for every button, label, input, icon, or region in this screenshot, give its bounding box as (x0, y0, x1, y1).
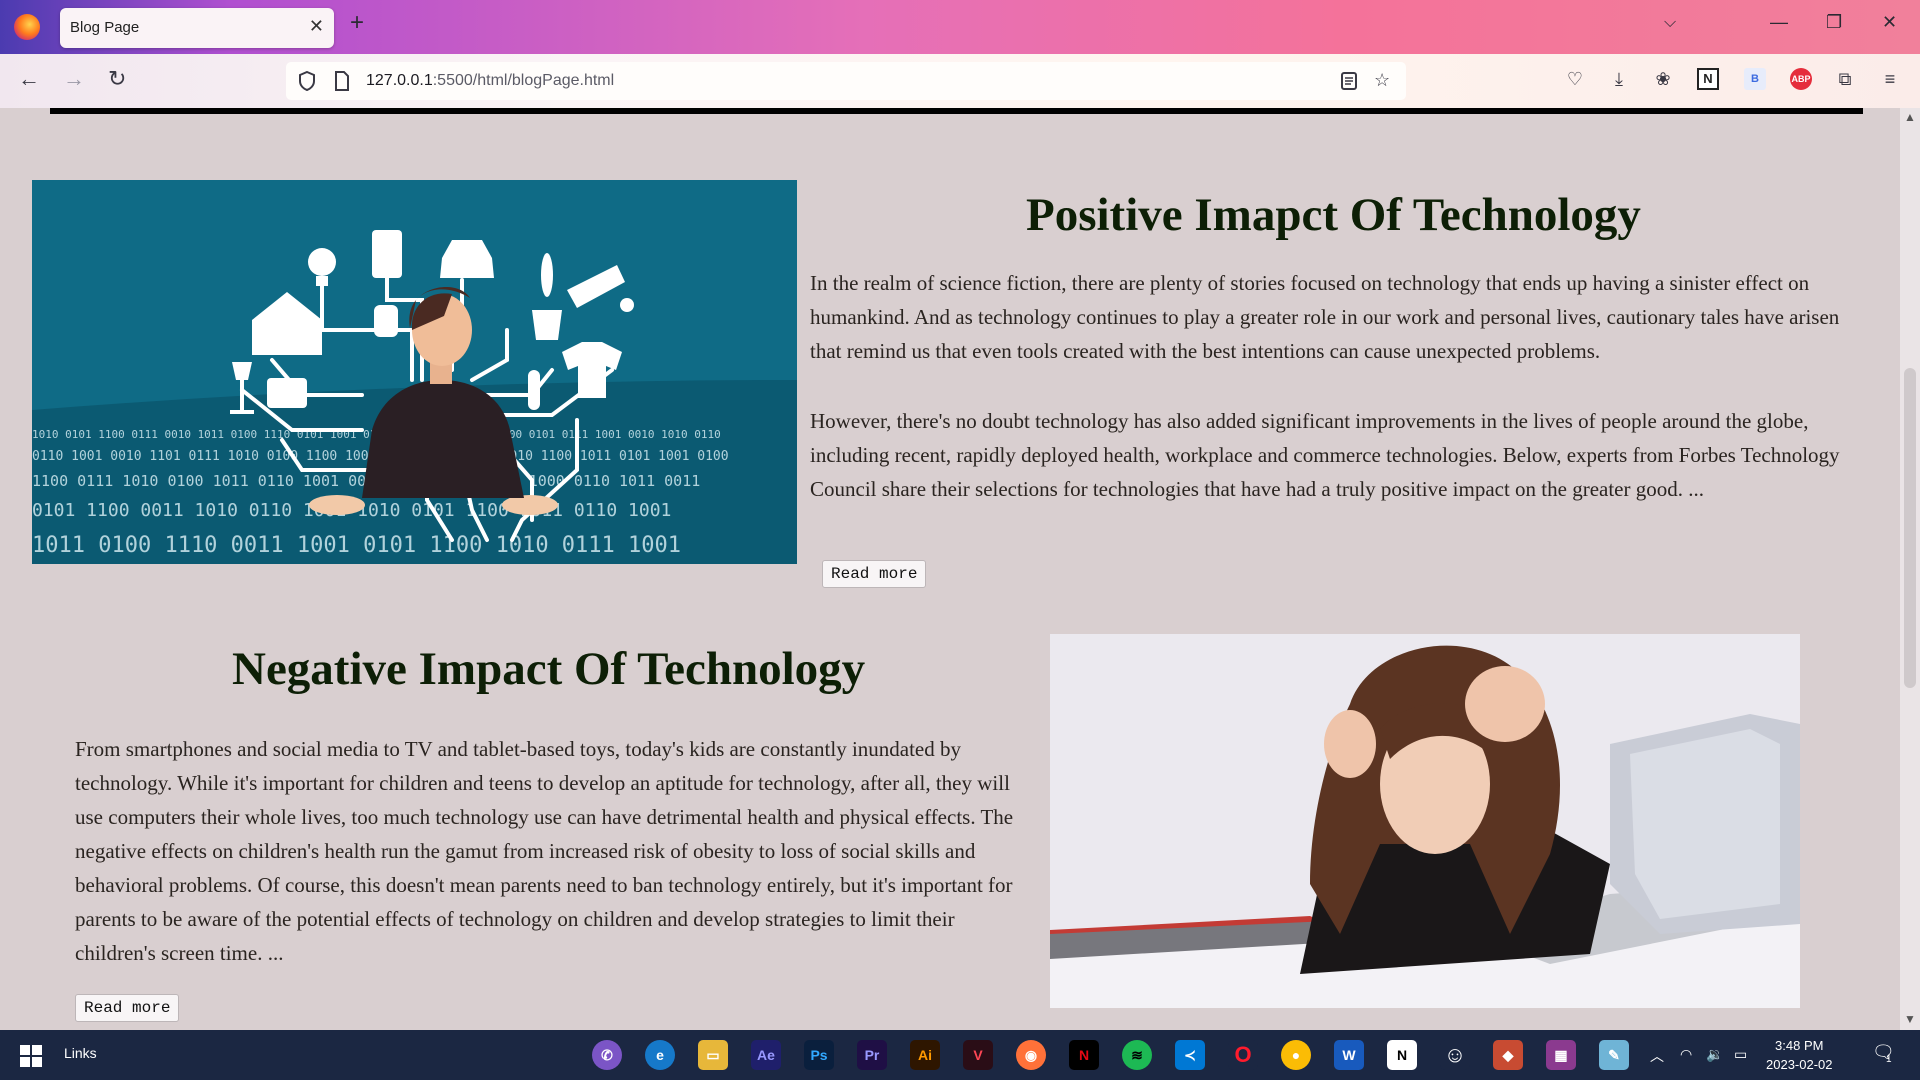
close-tab-icon[interactable]: ✕ (309, 16, 324, 37)
app-icon-dragon[interactable]: ◆ (1493, 1040, 1523, 1070)
url-text[interactable]: 127.0.0.1:5500/html/blogPage.html (366, 72, 614, 90)
browser-navigation-bar: ← → ↻ 127.0.0.1:5500/html/blogPage.html … (0, 54, 1920, 108)
wifi-icon[interactable]: ◠ (1680, 1046, 1692, 1063)
svg-text:1011 0100 1110 0011 1001 0101: 1011 0100 1110 0011 1001 0101 1100 1010 … (32, 533, 681, 558)
scroll-down-arrow-icon[interactable]: ▼ (1904, 1012, 1916, 1026)
winrar-icon[interactable]: ▦ (1546, 1040, 1576, 1070)
scrollbar-thumb[interactable] (1904, 368, 1916, 688)
volume-icon[interactable]: 🔉 (1706, 1046, 1723, 1063)
notion-extension-icon[interactable]: N (1697, 68, 1719, 90)
notification-count: 1 (1886, 1054, 1892, 1065)
reader-view-icon[interactable] (1340, 72, 1358, 90)
opera-icon[interactable]: O (1228, 1040, 1258, 1070)
smiley-app-icon[interactable]: ☺ (1440, 1040, 1470, 1070)
url-host: 127.0.0.1 (366, 72, 433, 89)
clock-time: 3:48 PM (1775, 1038, 1824, 1053)
tracking-shield-icon[interactable] (298, 71, 316, 91)
url-path: :5500/html/blogPage.html (432, 72, 615, 89)
back-icon[interactable]: ← (18, 68, 40, 90)
minimize-icon[interactable]: — (1770, 12, 1788, 33)
active-tab[interactable]: Blog Page ✕ (60, 8, 334, 48)
word-icon[interactable]: W (1334, 1040, 1364, 1070)
firefox-icon[interactable] (14, 14, 40, 40)
notion-taskbar-icon[interactable]: N (1387, 1040, 1417, 1070)
post-image-negative (1050, 634, 1800, 1008)
firefox-taskbar-icon[interactable]: ◉ (1016, 1040, 1046, 1070)
post-image-positive: 1010 0101 1100 0111 0010 1011 0100 1110 … (32, 180, 797, 564)
notepad-icon[interactable]: ✎ (1599, 1040, 1629, 1070)
read-more-button-negative[interactable]: Read more (75, 994, 180, 1022)
extensions-puzzle-icon[interactable]: ⧉ (1834, 68, 1856, 90)
clock-date: 2023-02-02 (1766, 1057, 1833, 1072)
windows-taskbar: Links ✆ e ▭ Ae Ps Pr Ai V ◉ N ≋ ≺ O ● W … (0, 1030, 1920, 1080)
battery-icon[interactable]: ▭ (1734, 1046, 1747, 1063)
vscode-icon[interactable]: ≺ (1175, 1040, 1205, 1070)
new-tab-plus-icon[interactable]: + (350, 11, 364, 35)
spotify-icon[interactable]: ≋ (1122, 1040, 1152, 1070)
post-negative-paragraph-1: From smartphones and social media to TV … (75, 737, 1014, 965)
illustrator-icon[interactable]: Ai (910, 1040, 940, 1070)
clock[interactable]: 3:48 PM 2023-02-02 (1766, 1036, 1833, 1074)
browser-tab-bar: Blog Page ✕ + ⌵ — ❐ ✕ (0, 0, 1920, 54)
scroll-up-arrow-icon[interactable]: ▲ (1904, 110, 1916, 124)
url-bar[interactable]: 127.0.0.1:5500/html/blogPage.html ☆ (286, 62, 1406, 100)
downloads-icon[interactable]: ⤓ (1608, 68, 1630, 90)
bookmark-star-icon[interactable]: ☆ (1374, 70, 1390, 91)
chrome-icon[interactable]: ● (1281, 1040, 1311, 1070)
viber-icon[interactable]: ✆ (592, 1040, 622, 1070)
adblock-plus-icon[interactable]: ABP (1790, 68, 1812, 90)
post-title-positive: Positive Imapct Of Technology (1026, 189, 1641, 241)
app-menu-icon[interactable]: ≡ (1879, 68, 1901, 90)
post-positive-paragraph-2: However, there's no doubt technology has… (810, 409, 1840, 501)
blog-page: 1010 0101 1100 0111 0010 1011 0100 1110 … (0, 108, 1900, 1030)
tab-title: Blog Page (70, 19, 140, 36)
file-explorer-icon[interactable]: ▭ (698, 1040, 728, 1070)
page-scrollbar[interactable]: ▲ ▼ (1900, 108, 1920, 1030)
forward-icon[interactable]: → (63, 68, 85, 90)
premiere-icon[interactable]: Pr (857, 1040, 887, 1070)
edge-icon[interactable]: e (645, 1040, 675, 1070)
links-toolbar-label[interactable]: Links (64, 1045, 97, 1061)
windows-start-icon[interactable] (20, 1045, 42, 1067)
photoshop-icon[interactable]: Ps (804, 1040, 834, 1070)
read-more-button-positive[interactable]: Read more (822, 560, 927, 588)
list-all-tabs-chevron-icon[interactable]: ⌵ (1664, 14, 1676, 32)
header-divider (50, 108, 1863, 114)
post-positive-paragraph-1: In the realm of science fiction, there a… (810, 271, 1840, 363)
post-title-negative: Negative Impact Of Technology (232, 643, 866, 695)
window-close-icon[interactable]: ✕ (1882, 12, 1897, 33)
valorant-icon[interactable]: V (963, 1040, 993, 1070)
page-info-icon[interactable] (334, 71, 350, 91)
pocket-icon[interactable]: ♡ (1564, 68, 1586, 90)
show-hidden-icons-chevron-icon[interactable]: ︿ (1650, 1046, 1664, 1066)
b-extension-icon[interactable]: B (1744, 68, 1766, 90)
extension-cookie-icon[interactable]: ❀ (1652, 68, 1674, 90)
after-effects-icon[interactable]: Ae (751, 1040, 781, 1070)
netflix-icon[interactable]: N (1069, 1040, 1099, 1070)
reload-icon[interactable]: ↻ (108, 68, 126, 90)
restore-icon[interactable]: ❐ (1826, 12, 1842, 33)
